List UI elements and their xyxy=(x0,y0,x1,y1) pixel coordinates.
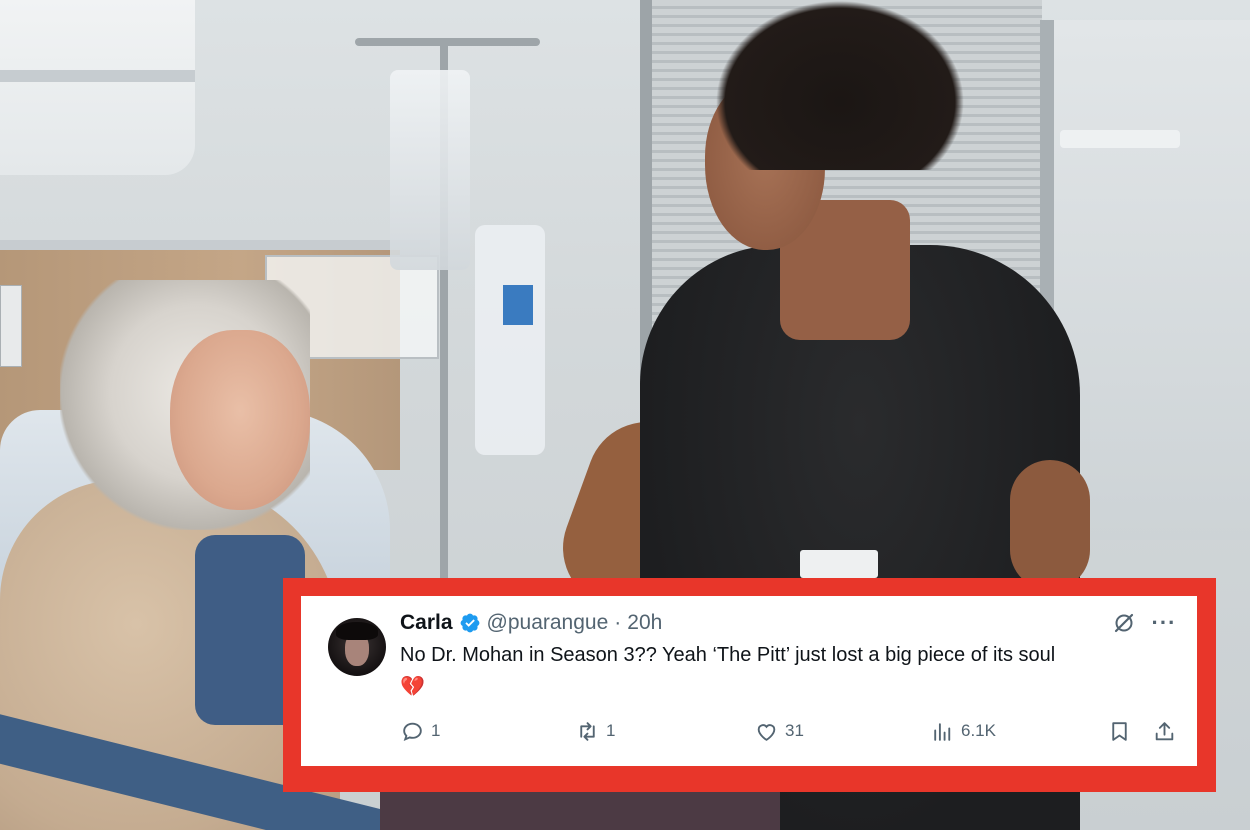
views-button[interactable]: 6.1K xyxy=(930,716,996,746)
wall-outlet xyxy=(0,285,22,367)
more-icon[interactable]: ··· xyxy=(1151,610,1177,636)
tweet-highlight-frame: Carla @puarangue · 20h ··· No Dr. Mohan … xyxy=(283,578,1216,792)
ceiling-light xyxy=(1060,130,1180,148)
tweet-card[interactable]: Carla @puarangue · 20h ··· No Dr. Mohan … xyxy=(301,596,1197,766)
retweet-count: 1 xyxy=(606,721,616,740)
like-icon xyxy=(757,723,776,741)
tweet-text-block: No Dr. Mohan in Season 3?? Yeah ‘The Pit… xyxy=(400,640,1177,702)
bookmark-icon xyxy=(1112,721,1127,741)
iv-bag xyxy=(390,70,470,270)
reply-count: 1 xyxy=(431,721,441,740)
nurse-hair xyxy=(715,0,965,170)
user-handle[interactable]: @puarangue xyxy=(487,611,609,635)
nurse-arm-right xyxy=(1010,460,1090,590)
views-icon xyxy=(934,722,951,741)
like-count: 31 xyxy=(785,721,804,740)
blanket xyxy=(380,790,780,830)
retweet-button[interactable]: 1 xyxy=(575,716,615,746)
share-icon xyxy=(1155,721,1174,740)
display-name[interactable]: Carla xyxy=(400,611,453,635)
tweet-text: No Dr. Mohan in Season 3?? Yeah ‘The Pit… xyxy=(400,644,1056,666)
hospital-window xyxy=(0,0,195,175)
reply-button[interactable]: 1 xyxy=(400,716,440,746)
timestamp[interactable]: 20h xyxy=(627,611,662,635)
patient-face xyxy=(170,330,310,510)
reply-icon xyxy=(403,722,422,741)
grok-icon[interactable] xyxy=(1111,610,1137,636)
retweet-icon xyxy=(580,721,595,741)
like-button[interactable]: 31 xyxy=(754,716,804,746)
avatar[interactable] xyxy=(328,618,386,676)
tweet-header: Carla @puarangue · 20h ··· xyxy=(400,608,1177,638)
bookmark-button[interactable] xyxy=(1107,716,1138,746)
views-count: 6.1K xyxy=(961,721,996,740)
tweet-actions: 1 1 31 6.1K xyxy=(400,716,1177,746)
id-badge xyxy=(800,550,878,578)
share-button[interactable] xyxy=(1152,716,1183,746)
separator-dot: · xyxy=(614,611,622,634)
verified-badge-icon xyxy=(460,613,479,633)
iv-bag-secondary xyxy=(475,225,545,455)
broken-heart-emoji: 💔 xyxy=(400,676,425,698)
